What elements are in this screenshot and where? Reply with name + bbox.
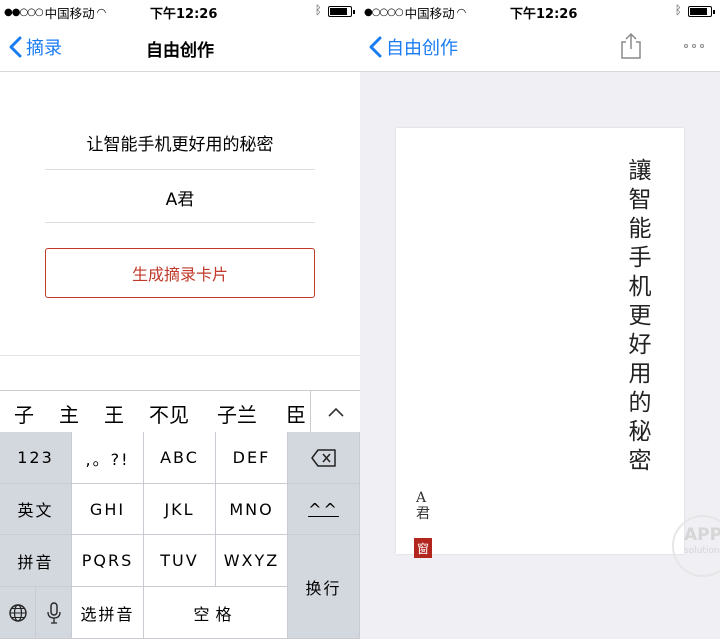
candidate-bar: 子 主 王 不见 子兰 臣: [0, 390, 360, 433]
share-icon[interactable]: [618, 32, 644, 60]
wifi-icon: ◠: [96, 6, 107, 19]
key-ghi[interactable]: GHI: [72, 484, 144, 535]
watermark-subtext: solution: [684, 546, 720, 556]
key-select-pinyin[interactable]: 选拼音: [72, 587, 144, 639]
back-label: 自由创作: [386, 38, 458, 59]
card-title: 讓智能手机更好用的秘密: [624, 158, 650, 477]
battery-icon: [688, 6, 715, 17]
navigation-bar: 摘录 自由创作: [0, 22, 360, 72]
key-wxyz[interactable]: WXYZ: [216, 535, 288, 587]
battery-icon: [328, 6, 355, 17]
key-abc[interactable]: ABC: [144, 432, 216, 484]
mic-key[interactable]: [36, 587, 72, 639]
page-title: 自由创作: [146, 41, 214, 61]
candidate-item[interactable]: 主: [55, 399, 83, 428]
title-input[interactable]: 让智能手机更好用的秘密: [45, 130, 315, 170]
key-jkl[interactable]: JKL: [144, 484, 216, 535]
expand-candidates-button[interactable]: [310, 391, 360, 433]
space-key[interactable]: 空格: [144, 587, 288, 639]
key-numbers[interactable]: 123: [0, 432, 72, 484]
navigation-bar: 自由创作: [360, 22, 720, 72]
microphone-icon: [46, 601, 61, 624]
carrier-info: ●●○○○ 中国移动 ◠: [4, 3, 106, 22]
status-time: 下午12:26: [510, 7, 578, 22]
divider: [0, 355, 360, 356]
bluetooth-icon: ᛒ: [314, 3, 322, 17]
candidate-item[interactable]: 子: [10, 399, 38, 428]
candidate-item[interactable]: 不见: [145, 399, 193, 428]
globe-icon: [8, 603, 27, 622]
key-pinyin[interactable]: 拼音: [0, 535, 72, 587]
preview-screen: ●○○○○ 中国移动 ◠ 下午12:26 ᛒ 自由创作 讓智能手机更好用的秘密 …: [360, 0, 720, 639]
signal-icon: ●○○○○: [364, 7, 404, 18]
status-bar: ●○○○○ 中国移动 ◠ 下午12:26 ᛒ: [360, 0, 720, 22]
candidate-list: 子 主 王 不见 子兰 臣: [0, 391, 310, 433]
carrier-label: 中国移动: [404, 6, 455, 21]
card-author: A 君: [416, 490, 430, 522]
key-mno[interactable]: MNO: [216, 484, 288, 535]
author-line: 君: [416, 506, 430, 522]
dot: [684, 44, 688, 48]
key-def[interactable]: DEF: [216, 432, 288, 484]
carrier-info: ●○○○○ 中国移动 ◠: [364, 3, 466, 22]
chevron-up-icon: [327, 407, 344, 417]
dot: [700, 44, 704, 48]
status-bar: ●●○○○ 中国移动 ◠ 下午12:26 ᛒ: [0, 0, 360, 22]
watermark-logo: APP solution: [672, 515, 720, 577]
key-emoticon[interactable]: ^^: [288, 484, 360, 535]
candidate-item[interactable]: 臣: [282, 399, 310, 428]
chevron-left-icon: [369, 36, 382, 58]
watermark-text: APP: [684, 525, 720, 545]
enter-key[interactable]: 换行: [288, 535, 360, 639]
bluetooth-icon: ᛒ: [674, 3, 682, 17]
key-english[interactable]: 英文: [0, 484, 72, 535]
more-icon[interactable]: [684, 44, 704, 48]
dot: [692, 44, 696, 48]
status-time: 下午12:26: [150, 7, 218, 22]
key-pqrs[interactable]: PQRS: [72, 535, 144, 587]
backspace-icon: [310, 448, 336, 467]
editor-screen: ●●○○○ 中国移动 ◠ 下午12:26 ᛒ 摘录 自由创作 让智能手机更好用的…: [0, 0, 360, 639]
back-button[interactable]: 自由创作: [368, 34, 458, 60]
author-line: A: [416, 490, 427, 506]
signal-icon: ●●○○○: [4, 7, 44, 18]
candidate-item[interactable]: 子兰: [213, 399, 261, 428]
excerpt-card: 讓智能手机更好用的秘密 A 君 窗: [396, 128, 684, 558]
backspace-key[interactable]: [288, 432, 360, 484]
candidate-item[interactable]: 王: [100, 399, 128, 428]
author-input[interactable]: A君: [45, 185, 315, 223]
keyboard: 123 ,。?! ABC DEF 英文 GHI JKL MNO ^^ 拼音 PQ…: [0, 432, 360, 639]
wifi-icon: ◠: [456, 6, 467, 19]
carrier-label: 中国移动: [44, 6, 95, 21]
key-punctuation[interactable]: ,。?!: [72, 432, 144, 484]
seal-stamp: 窗: [414, 538, 432, 558]
globe-key[interactable]: [0, 587, 36, 639]
generate-card-button[interactable]: 生成摘录卡片: [45, 248, 315, 298]
key-tuv[interactable]: TUV: [144, 535, 216, 587]
